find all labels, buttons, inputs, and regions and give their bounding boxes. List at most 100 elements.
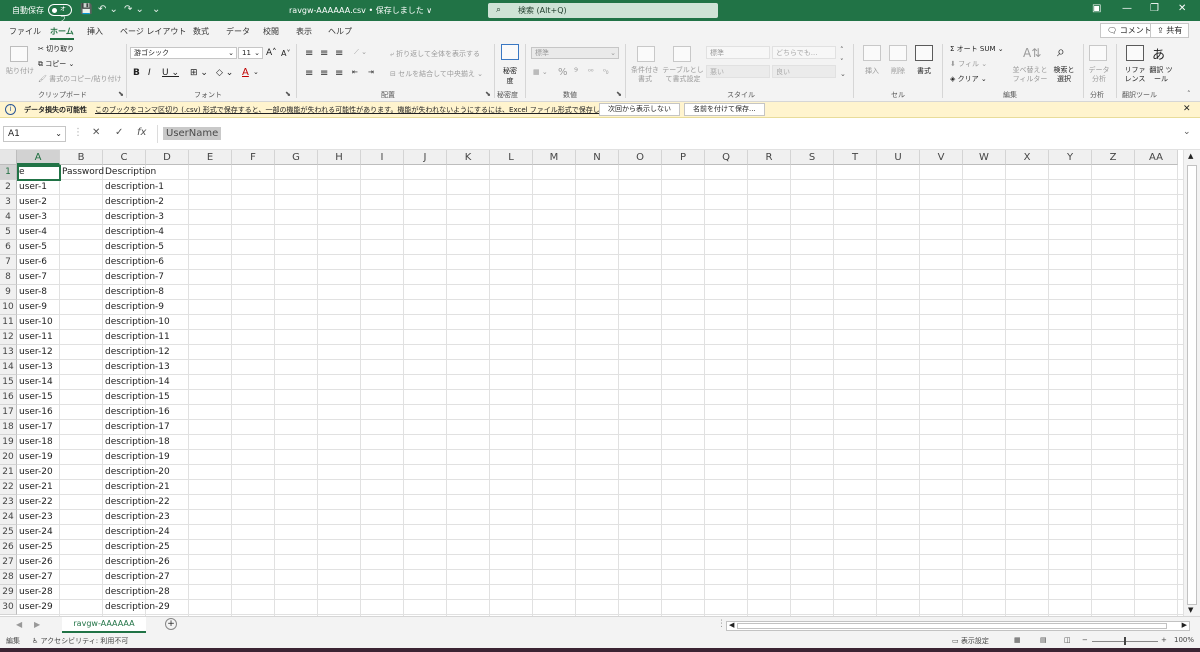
- shrink-font-icon[interactable]: A˅: [281, 49, 290, 58]
- table-cell[interactable]: user-22: [17, 495, 53, 510]
- column-header[interactable]: V: [920, 150, 963, 165]
- paste-button[interactable]: 貼り付け: [6, 66, 34, 76]
- table-cell[interactable]: description-7: [103, 270, 164, 285]
- align-right-icon[interactable]: ≡: [335, 68, 343, 79]
- increase-decimal-icon[interactable]: ⁰⁰: [588, 68, 594, 76]
- zoom-in-icon[interactable]: +: [1161, 636, 1167, 644]
- column-header[interactable]: P: [662, 150, 705, 165]
- merge-center-button[interactable]: ⊟ セルを結合して中央揃え ⌄: [390, 69, 483, 79]
- table-cell[interactable]: description-5: [103, 240, 164, 255]
- column-header[interactable]: T: [834, 150, 877, 165]
- table-cell[interactable]: description-1: [103, 180, 164, 195]
- table-cell[interactable]: user-29: [17, 600, 53, 615]
- align-center-icon[interactable]: ≡: [320, 68, 328, 79]
- font-name-select[interactable]: 游ゴシック ⌄: [130, 47, 237, 59]
- table-cell[interactable]: description-8: [103, 285, 164, 300]
- ribbon-display-icon[interactable]: ▣: [1092, 3, 1101, 14]
- table-cell[interactable]: description-9: [103, 300, 164, 315]
- column-header[interactable]: R: [748, 150, 791, 165]
- styles-more-icon[interactable]: ⌄: [840, 70, 846, 78]
- sensitivity-icon[interactable]: [501, 44, 519, 60]
- font-launcher-icon[interactable]: ⬊: [285, 90, 291, 98]
- insert-cells-icon[interactable]: [863, 45, 881, 61]
- column-header[interactable]: E: [189, 150, 232, 165]
- table-cell[interactable]: user-11: [17, 330, 53, 345]
- chevron-down-icon[interactable]: ⌄: [253, 68, 259, 76]
- prev-sheet-icon[interactable]: ◀: [16, 620, 22, 629]
- table-cell[interactable]: user-7: [17, 270, 47, 285]
- column-header[interactable]: A: [17, 150, 60, 165]
- column-header[interactable]: B: [60, 150, 103, 165]
- row-header[interactable]: 8: [0, 270, 17, 285]
- table-cell[interactable]: description-29: [103, 600, 170, 615]
- table-cell[interactable]: user-10: [17, 315, 53, 330]
- sheet-tab-active[interactable]: ravgw-AAAAAA: [62, 617, 146, 633]
- row-header[interactable]: 23: [0, 495, 17, 510]
- style-neutral[interactable]: どちらでも...: [772, 46, 836, 59]
- table-cell[interactable]: description-19: [103, 450, 170, 465]
- table-cell[interactable]: description-13: [103, 360, 170, 375]
- enter-icon[interactable]: ✓: [115, 127, 123, 138]
- column-header[interactable]: X: [1006, 150, 1049, 165]
- decrease-decimal-icon[interactable]: ⁰₀: [603, 68, 609, 76]
- table-cell[interactable]: user-4: [17, 225, 47, 240]
- delete-cells-icon[interactable]: [889, 45, 907, 61]
- row-header[interactable]: 2: [0, 180, 17, 195]
- column-header[interactable]: K: [447, 150, 490, 165]
- sort-filter-icon[interactable]: A⇅: [1023, 46, 1041, 60]
- table-cell[interactable]: user-17: [17, 420, 53, 435]
- clipboard-launcher-icon[interactable]: ⬊: [118, 90, 124, 98]
- table-cell[interactable]: user-26: [17, 555, 53, 570]
- row-header[interactable]: 15: [0, 375, 17, 390]
- row-header[interactable]: 28: [0, 570, 17, 585]
- close-button[interactable]: ✕: [1178, 3, 1186, 14]
- table-cell[interactable]: user-28: [17, 585, 53, 600]
- expand-formula-icon[interactable]: ⌄: [1183, 127, 1191, 137]
- accessibility-status[interactable]: ♿ アクセシビリティ: 利用不可: [32, 636, 128, 646]
- styles-scroll-up-icon[interactable]: ˄: [840, 46, 844, 54]
- autosave-toggle[interactable]: オフ: [48, 4, 72, 23]
- copy-button[interactable]: ⧉ コピー ⌄: [38, 59, 74, 69]
- cut-button[interactable]: ✂ 切り取り: [38, 44, 74, 54]
- table-cell[interactable]: user-12: [17, 345, 53, 360]
- table-cell[interactable]: user-9: [17, 300, 47, 315]
- analyze-data-icon[interactable]: [1089, 45, 1107, 61]
- table-cell[interactable]: description-21: [103, 480, 170, 495]
- row-header[interactable]: 17: [0, 405, 17, 420]
- table-cell[interactable]: description-11: [103, 330, 170, 345]
- table-cell[interactable]: description-20: [103, 465, 170, 480]
- table-cell[interactable]: description-22: [103, 495, 170, 510]
- row-header[interactable]: 29: [0, 585, 17, 600]
- format-painter-button[interactable]: 🖌 書式のコピー/貼り付け: [38, 74, 121, 84]
- horizontal-scroll-thumb[interactable]: [737, 623, 1167, 629]
- column-header[interactable]: U: [877, 150, 920, 165]
- next-sheet-icon[interactable]: ▶: [34, 620, 40, 629]
- table-cell[interactable]: user-15: [17, 390, 53, 405]
- tab-review[interactable]: 校閲: [263, 26, 279, 37]
- scroll-down-icon[interactable]: ▼: [1188, 606, 1193, 614]
- translate-icon[interactable]: あ: [1152, 44, 1165, 63]
- wrap-text-button[interactable]: ⤶ 折り返して全体を表示する: [390, 49, 480, 59]
- tab-data[interactable]: データ: [226, 26, 250, 37]
- vertical-scrollbar[interactable]: ▲ ▼: [1183, 150, 1200, 616]
- table-cell[interactable]: Password: [60, 165, 104, 180]
- redo-icon[interactable]: ↷ ⌄: [124, 4, 144, 15]
- spreadsheet-grid[interactable]: ▲ ▼ A B C D E F G H I J K L M N O P Q R S T U V W X Y Z AA 1 e Passwo…: [0, 150, 1200, 616]
- table-cell[interactable]: description-23: [103, 510, 170, 525]
- style-bad[interactable]: 悪い: [706, 65, 770, 78]
- table-cell[interactable]: description-27: [103, 570, 170, 585]
- row-header[interactable]: 26: [0, 540, 17, 555]
- document-title[interactable]: ravgw-AAAAAA.csv • 保存しました ∨: [289, 5, 432, 16]
- row-header[interactable]: 6: [0, 240, 17, 255]
- row-header[interactable]: 5: [0, 225, 17, 240]
- scroll-right-icon[interactable]: ▶: [1182, 621, 1187, 629]
- fill-button[interactable]: ⬇ フィル ⌄: [950, 59, 987, 69]
- column-header[interactable]: G: [275, 150, 318, 165]
- minimize-button[interactable]: —: [1122, 3, 1132, 14]
- table-cell[interactable]: user-18: [17, 435, 53, 450]
- table-cell[interactable]: user-27: [17, 570, 53, 585]
- style-good[interactable]: 良い: [772, 65, 836, 78]
- row-header[interactable]: 9: [0, 285, 17, 300]
- table-cell[interactable]: description-28: [103, 585, 170, 600]
- sort-filter-button[interactable]: 並べ替えと フィルター: [1012, 66, 1048, 84]
